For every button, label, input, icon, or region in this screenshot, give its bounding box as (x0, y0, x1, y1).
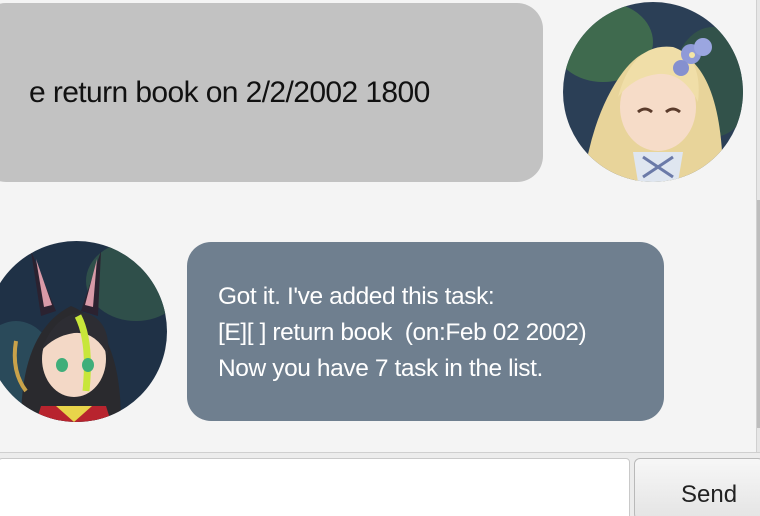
bot-avatar (0, 241, 167, 422)
bot-message-line: [E][ ] return book (on:Feb 02 2002) (218, 319, 587, 346)
user-message-bubble: e return book on 2/2/2002 1800 (0, 3, 543, 182)
chat-window: e return book on 2/2/2002 1800 Got it. I… (0, 0, 760, 516)
dark-haired-character-avatar-icon (0, 241, 167, 422)
bot-message-line: Now you have 7 task in the list. (218, 355, 543, 382)
blonde-character-avatar-icon (563, 2, 743, 182)
dialog-container[interactable]: e return book on 2/2/2002 1800 Got it. I… (0, 0, 756, 452)
user-avatar (563, 2, 743, 182)
vertical-scrollbar[interactable] (756, 0, 760, 452)
bot-message-bubble: Got it. I've added this task: [E][ ] ret… (187, 242, 664, 421)
user-message-text: e return book on 2/2/2002 1800 (29, 75, 430, 109)
input-bar: Send (0, 452, 760, 516)
message-input[interactable] (0, 458, 630, 516)
bot-message-line: Got it. I've added this task: (218, 283, 495, 310)
send-button[interactable]: Send (634, 458, 760, 516)
